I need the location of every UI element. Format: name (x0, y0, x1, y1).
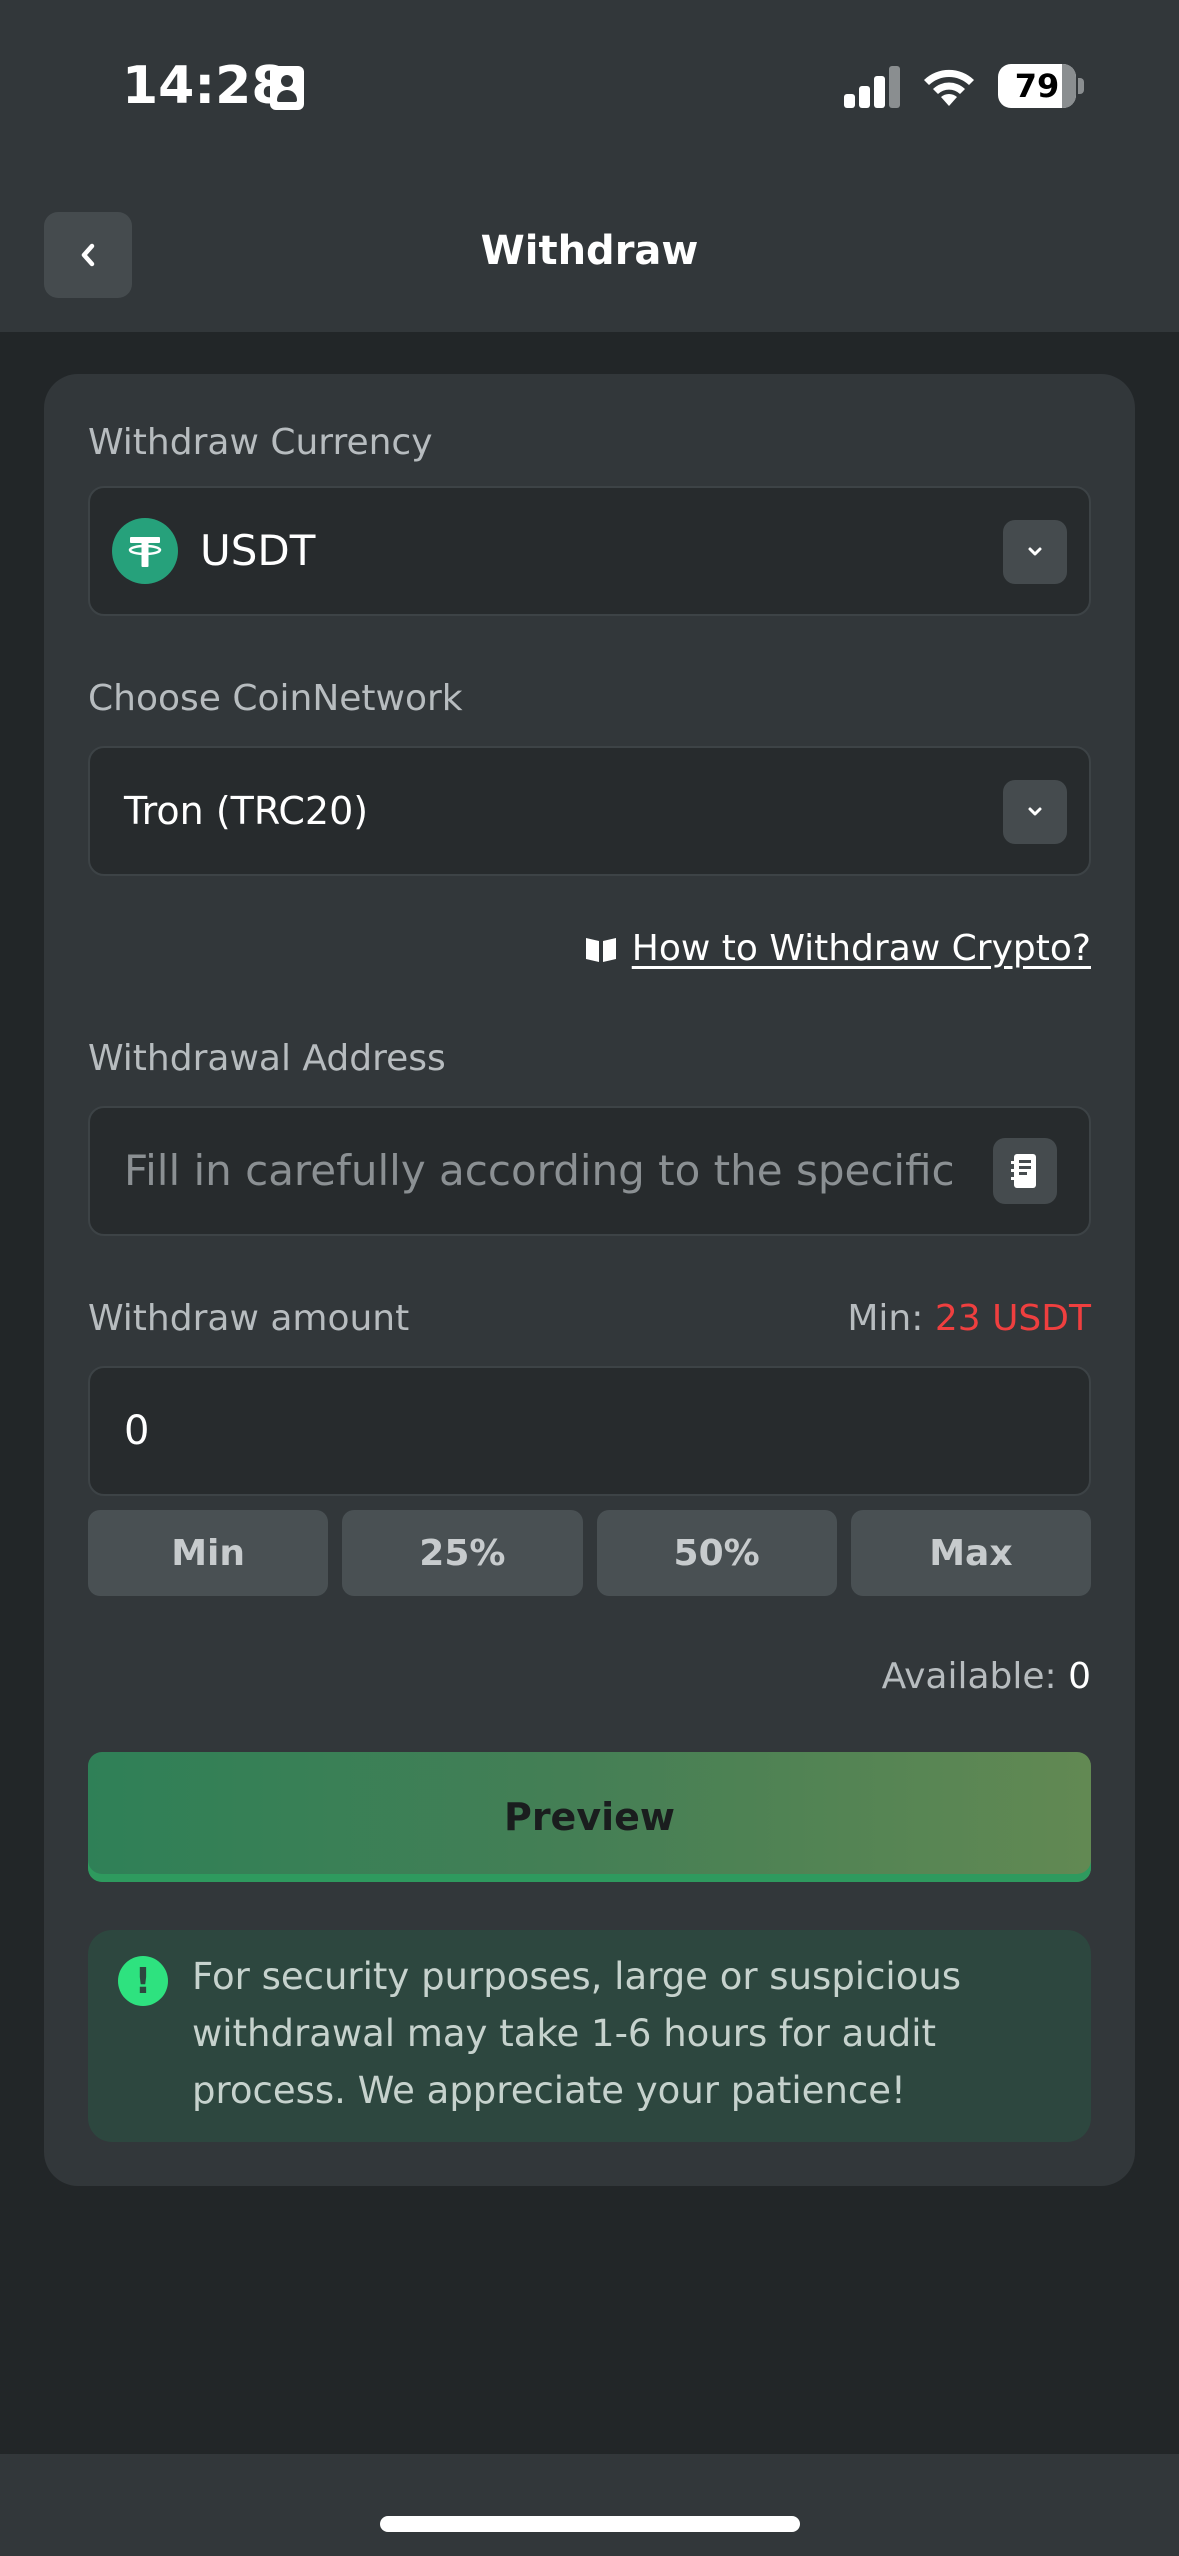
address-book-icon (1011, 1154, 1036, 1188)
network-select[interactable]: Tron (TRC20) (88, 746, 1091, 876)
network-label: Choose CoinNetwork (88, 678, 463, 719)
how-to-withdraw-text: How to Withdraw Crypto? (631, 928, 1091, 969)
quick-amount-buttons: Min 25% 50% Max (88, 1510, 1091, 1596)
wifi-icon (924, 69, 974, 106)
address-label: Withdrawal Address (88, 1038, 446, 1079)
currency-label: Withdraw Currency (88, 422, 433, 463)
amount-label: Withdraw amount (88, 1298, 410, 1339)
network-value: Tron (TRC20) (124, 789, 369, 833)
tether-logo-icon (112, 518, 178, 584)
currency-value: USDT (200, 526, 316, 575)
home-indicator-area (0, 2454, 1179, 2556)
battery-cap (1078, 78, 1084, 94)
available-balance: Available: 0 (882, 1656, 1091, 1697)
security-notice-text: For security purposes, large or suspicio… (192, 1955, 962, 2112)
nav-bar: Withdraw (0, 176, 1179, 332)
security-notice: ! For security purposes, large or suspic… (88, 1930, 1091, 2142)
how-to-withdraw-link[interactable]: How to Withdraw Crypto? (584, 928, 1091, 969)
status-bar: 14:28 79 (0, 0, 1179, 176)
withdrawal-address-input[interactable]: Fill in carefully according to the speci… (88, 1106, 1091, 1236)
chevron-down-icon (1028, 807, 1042, 816)
status-time: 14:28 (122, 56, 288, 116)
contact-card-icon (270, 66, 304, 110)
exclamation-icon: ! (118, 1956, 168, 2006)
currency-select[interactable]: USDT (88, 486, 1091, 616)
withdraw-form-card: Withdraw Currency USDT Choose CoinNetwor… (44, 374, 1135, 2186)
battery-icon: 79 (998, 64, 1076, 108)
50-percent-button[interactable]: 50% (596, 1510, 837, 1596)
available-label: Available: (881, 1656, 1057, 1697)
min-amount-info: Min: 23 USDT (847, 1298, 1091, 1339)
currency-dropdown-button[interactable] (1003, 520, 1067, 584)
min-amount-value: 23 USDT (934, 1298, 1091, 1339)
chevron-down-icon (1028, 547, 1042, 556)
page-title: Withdraw (480, 228, 699, 274)
25-percent-button[interactable]: 25% (342, 1510, 583, 1596)
max-button[interactable]: Max (850, 1510, 1091, 1596)
amount-value: 0 (124, 1408, 150, 1454)
open-book-icon (585, 937, 616, 962)
amount-input[interactable]: 0 (88, 1366, 1091, 1496)
home-indicator[interactable] (380, 2516, 800, 2532)
preview-button[interactable]: Preview (88, 1752, 1091, 1882)
network-dropdown-button[interactable] (1003, 780, 1067, 844)
address-book-button[interactable] (993, 1138, 1057, 1204)
min-button[interactable]: Min (88, 1510, 329, 1596)
cellular-signal-icon (844, 64, 900, 108)
battery-level: 79 (1014, 67, 1060, 105)
min-prefix: Min: (847, 1298, 924, 1339)
address-placeholder: Fill in carefully according to the speci… (124, 1146, 964, 1195)
available-value: 0 (1068, 1656, 1091, 1697)
